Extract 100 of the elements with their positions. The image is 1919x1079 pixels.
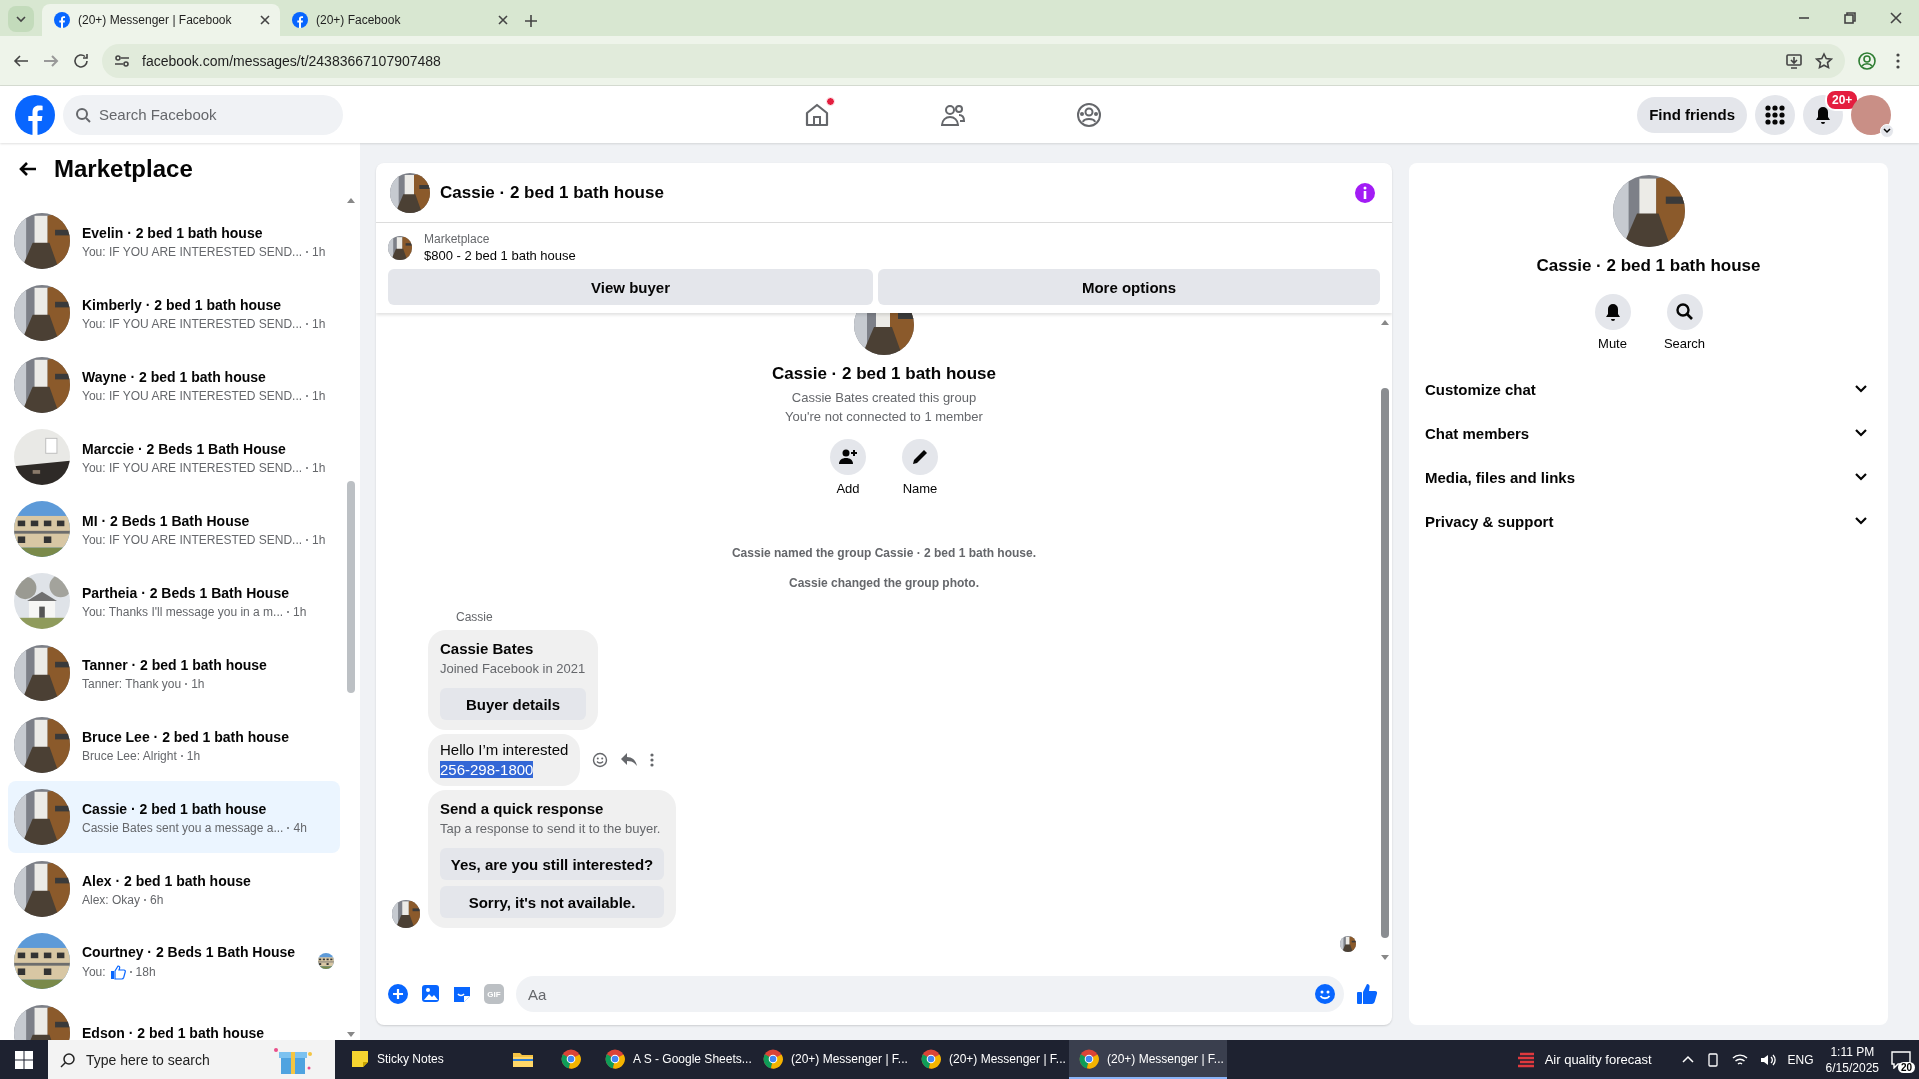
chrome-icon[interactable] <box>1079 1048 1099 1069</box>
conversation-item[interactable]: Bruce Lee · 2 bed 1 bath house Bruce Lee: Alright 1h <box>8 709 340 781</box>
chrome-icon[interactable] <box>605 1048 625 1069</box>
clock[interactable]: 1:11 PM 6/15/2025 <box>1825 1043 1879 1076</box>
buyer-subtitle: Joined Facebook in 2021 <box>440 661 586 676</box>
section-label: Chat members <box>1425 424 1530 442</box>
scroll-up-icon[interactable] <box>1381 319 1389 325</box>
reply-icon[interactable] <box>620 752 639 768</box>
conversation-name: Marccie · 2 Beds 1 Bath House <box>82 439 287 458</box>
action-label: Add <box>836 481 860 496</box>
add-person-icon <box>838 447 858 467</box>
name-button[interactable]: Name <box>884 439 956 496</box>
taskbar-app[interactable]: (20+) Messenger | F... <box>753 1040 911 1079</box>
browser-tab[interactable]: (20+) Messenger | Facebook <box>42 4 280 36</box>
search-field[interactable]: Search Facebook <box>63 94 343 135</box>
taskbar-app[interactable]: (20+) Messenger | F... <box>1069 1040 1227 1079</box>
section-header[interactable]: Customize chat <box>1425 367 1872 411</box>
close-icon[interactable] <box>498 15 508 25</box>
app-label: (20+) Messenger | F... <box>949 1051 1066 1066</box>
action-button[interactable]: More options <box>878 269 1380 305</box>
quick-response-button[interactable]: Sorry, it's not available. <box>440 886 664 918</box>
conversation-item[interactable]: Wayne · 2 bed 1 bath house You: IF YOU ARE INTERESTED SEND... 1h <box>8 349 340 421</box>
message-field[interactable]: Aa <box>516 976 1344 1012</box>
taskbar-app[interactable]: A S - Google Sheets... <box>595 1040 753 1079</box>
tab-list-button[interactable] <box>8 6 34 32</box>
plus-circle-icon[interactable] <box>388 984 408 1004</box>
device-icon[interactable] <box>1705 1052 1720 1067</box>
section-label: Media, files and links <box>1425 468 1576 486</box>
conversation-item[interactable]: Partheia · 2 Beds 1 Bath House You: Thanks I'll message you in a m... 1h <box>8 565 340 637</box>
page-title: Marketplace <box>54 155 193 183</box>
taskbar-app[interactable]: Sticky Notes <box>341 1040 499 1079</box>
message-time: 6h <box>144 892 164 907</box>
scrollbar-thumb[interactable] <box>1381 388 1389 938</box>
conversation-name: Wayne · 2 bed 1 bath house <box>82 367 267 386</box>
sticky-note-icon[interactable] <box>351 1049 369 1068</box>
emoji-icon[interactable] <box>1314 983 1336 1005</box>
message-preview: Cassie Bates sent you a message a... <box>82 820 284 835</box>
info-icon[interactable] <box>1354 181 1376 204</box>
scroll-down-icon[interactable] <box>1381 955 1389 961</box>
reload-icon[interactable] <box>72 51 90 70</box>
conversation-item[interactable]: Cassie · 2 bed 1 bath house Cassie Bates sent you a message a... 4h <box>8 781 340 853</box>
browser-tab[interactable]: (20+) Facebook <box>280 4 518 36</box>
notification-badge: 20+ <box>1825 88 1860 111</box>
close-icon[interactable] <box>260 15 270 25</box>
like-icon <box>109 963 126 980</box>
chrome-icon[interactable] <box>561 1048 581 1069</box>
conversation-item[interactable]: Tanner · 2 bed 1 bath house Tanner: Thank you 1h <box>8 637 340 709</box>
conversation-name: Bruce Lee · 2 bed 1 bath house <box>82 727 290 746</box>
action-label: Mute <box>1598 336 1627 351</box>
conversation-item[interactable]: Courtney · 2 Beds 1 Bath House You: 18h <box>8 925 340 997</box>
section-header[interactable]: Media, files and links <box>1425 455 1872 499</box>
quick-response-button[interactable]: Yes, are you still interested? <box>440 848 664 880</box>
plus-icon[interactable] <box>524 14 538 28</box>
listing-title[interactable]: $800 - 2 bed 1 bath house <box>424 248 576 263</box>
site-settings-icon[interactable] <box>114 52 130 69</box>
profile-avatar[interactable] <box>1851 94 1891 135</box>
add-button[interactable]: Add <box>812 439 884 496</box>
sticker-icon[interactable] <box>452 984 472 1004</box>
more-icon[interactable] <box>650 752 655 768</box>
search-icon <box>75 106 91 123</box>
profile-icon[interactable] <box>1857 50 1877 71</box>
taskbar-app[interactable]: (20+) Messenger | F... <box>911 1040 1069 1079</box>
taskbar-search-field[interactable]: Type here to search <box>48 1040 335 1079</box>
action-button[interactable]: View buyer <box>388 269 874 305</box>
mute-button[interactable]: Mute <box>1576 294 1649 351</box>
conversation-item[interactable]: Evelin · 2 bed 1 bath house You: IF YOU ARE INTERESTED SEND... 1h <box>8 205 340 277</box>
section-header[interactable]: Chat members <box>1425 411 1872 455</box>
menu-button[interactable] <box>1755 94 1795 135</box>
emoji-icon[interactable] <box>592 752 609 768</box>
search-button[interactable]: Search <box>1648 294 1721 351</box>
scroll-down-icon[interactable] <box>347 1032 355 1038</box>
conversation-item[interactable]: Marccie · 2 Beds 1 Bath House You: IF YOU ARE INTERESTED SEND... 1h <box>8 421 340 493</box>
groups-icon[interactable] <box>1075 100 1103 129</box>
conversation-item[interactable]: Kimberly · 2 bed 1 bath house You: IF YOU ARE INTERESTED SEND... 1h <box>8 277 340 349</box>
thumbs-up-icon[interactable] <box>1356 983 1378 1005</box>
chrome-icon[interactable] <box>921 1048 941 1069</box>
section-header[interactable]: Privacy & support <box>1425 499 1872 543</box>
conversation-item[interactable]: Alex · 2 bed 1 bath house Alex: Okay 6h <box>8 853 340 925</box>
restore-icon[interactable] <box>1844 12 1856 24</box>
buyer-details-button[interactable]: Buyer details <box>440 688 586 720</box>
message-preview: You: <box>82 964 106 979</box>
scrollbar-thumb[interactable] <box>347 481 355 693</box>
buyer-name: Cassie Bates <box>440 640 535 657</box>
conversation-item[interactable]: MI · 2 Beds 1 Bath House You: IF YOU ARE INTERESTED SEND... 1h <box>8 493 340 565</box>
facebook-logo-icon <box>15 94 55 135</box>
wifi-icon[interactable] <box>1731 1052 1748 1067</box>
facebook-logo-icon <box>292 12 308 28</box>
volume-icon[interactable] <box>1759 1052 1776 1067</box>
find-friends-button[interactable]: Find friends <box>1637 96 1747 133</box>
language-indicator[interactable]: ENG <box>1787 1052 1814 1067</box>
conversation-name: Kimberly · 2 bed 1 bath house <box>82 295 283 314</box>
install-icon[interactable] <box>1785 51 1803 70</box>
address-bar[interactable]: facebook.com/messages/t/24383667107907488 <box>102 43 1845 78</box>
image-icon[interactable] <box>420 984 440 1004</box>
close-icon[interactable] <box>1890 12 1902 24</box>
scroll-up-icon[interactable] <box>347 197 355 203</box>
star-icon[interactable] <box>1815 51 1833 70</box>
notification-center-button[interactable]: 20 <box>1891 1050 1911 1069</box>
message-icon <box>1891 1050 1911 1069</box>
chrome-icon[interactable] <box>763 1048 783 1069</box>
